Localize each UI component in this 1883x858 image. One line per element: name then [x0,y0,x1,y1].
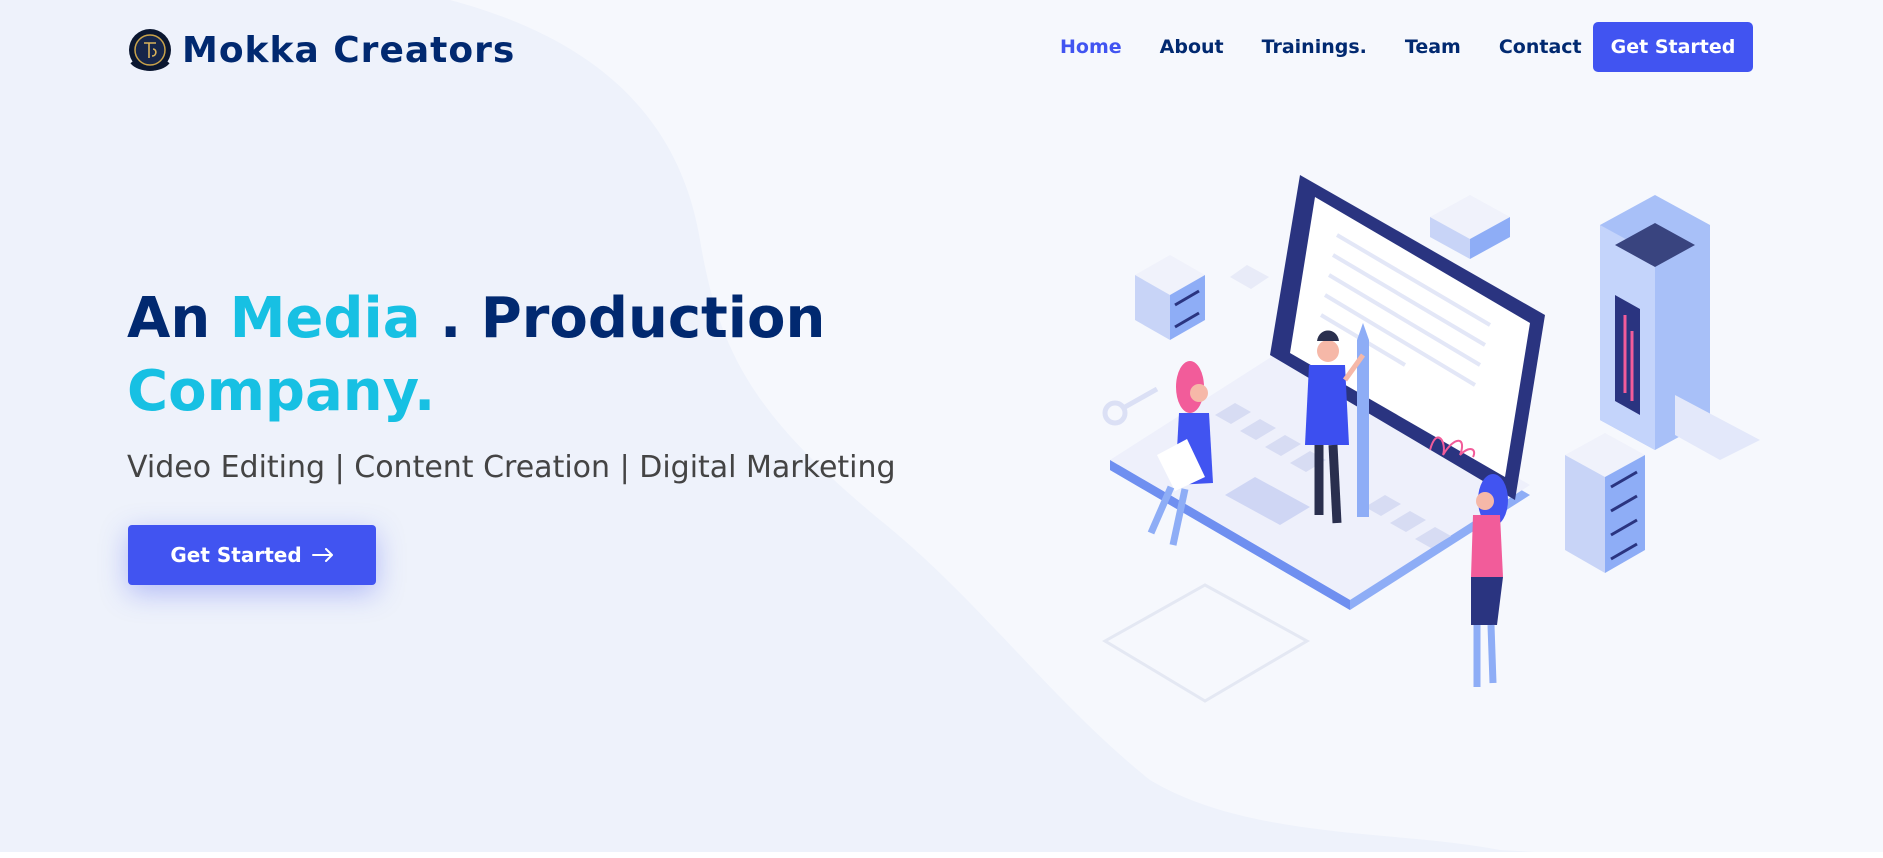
nav-team[interactable]: Team [1405,36,1461,58]
hero-button-label: Get Started [170,543,302,567]
mokka-logo-icon [129,29,171,71]
header-get-started-button[interactable]: Get Started [1593,22,1753,72]
hero-subtitle: Video Editing | Content Creation | Digit… [127,450,896,485]
brand-name: Mokka Creators [182,29,516,71]
hero-title-accent-media: Media [229,286,421,351]
nav-trainings[interactable]: Trainings. [1262,36,1367,58]
nav-contact[interactable]: Contact [1499,36,1582,58]
hero-title-part2: . Production [420,286,826,351]
site-header: Mokka Creators Home About Trainings. Tea… [0,0,1883,94]
brand-logo[interactable]: Mokka Creators [127,27,515,73]
main-nav: Home About Trainings. Team Contact [1060,30,1620,64]
nav-about[interactable]: About [1160,36,1224,58]
arrow-right-icon [311,548,333,562]
hero-title-accent-company: Company. [127,359,436,424]
nav-home[interactable]: Home [1060,36,1122,58]
hero-title: An Media . Production Company. [127,282,827,428]
isometric-laptop-illustration [1102,175,1760,703]
hero-get-started-button[interactable]: Get Started [128,525,376,585]
page: Mokka Creators Home About Trainings. Tea… [0,0,1883,858]
hero-title-part1: An [127,286,230,351]
